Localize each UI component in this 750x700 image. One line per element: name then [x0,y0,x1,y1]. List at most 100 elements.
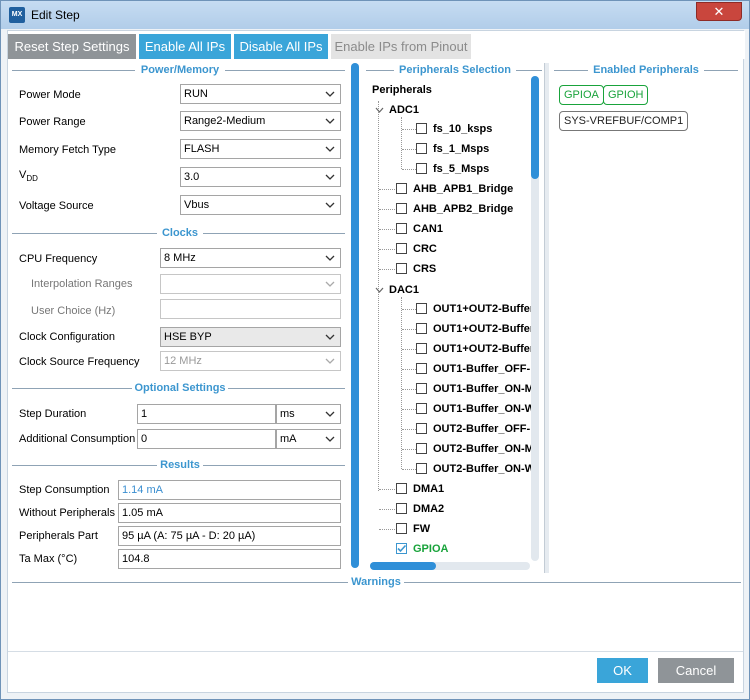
checkbox-checked[interactable] [396,543,407,554]
step-duration-input[interactable]: 1 [137,404,276,424]
checkbox[interactable] [416,323,427,334]
tree-item-dac1-3[interactable]: OUT1-Buffer_OFF- [416,361,531,377]
left-panel-scrollbar-thumb[interactable] [351,63,359,568]
tree-item-dac1-7[interactable]: OUT2-Buffer_ON-M [416,441,531,457]
enable-all-ips-button[interactable]: Enable All IPs [139,34,231,59]
checkbox[interactable] [396,203,407,214]
vdd-select[interactable]: 3.0 [180,167,341,187]
tree-item-label: OUT2-Buffer_ON-M [433,443,531,455]
divider [12,70,135,71]
user-choice-input[interactable] [160,299,341,319]
checkbox[interactable] [396,243,407,254]
tree-item-dac1-1[interactable]: OUT1+OUT2-Buffer [416,321,531,337]
peripherals-scrollbar-h-thumb[interactable] [370,562,436,570]
clock-source-frequency-select[interactable]: 12 MHz [160,351,341,371]
tree-guide [402,349,416,350]
checkbox[interactable] [416,143,427,154]
checkbox[interactable] [396,503,407,514]
checkbox[interactable] [416,163,427,174]
peripherals-part-label: Peripherals Part [19,530,98,542]
chevron-down-icon [325,146,335,152]
chevron-down-icon [325,255,335,261]
checkbox[interactable] [416,123,427,134]
enabled-chip-gpioh[interactable]: GPIOH [603,85,649,105]
step-duration-unit-select[interactable]: ms [276,404,341,424]
tree-guide [402,129,416,130]
power-mode-select[interactable]: RUN [180,84,341,104]
clock-configuration-value: HSE BYP [164,331,212,343]
checkbox[interactable] [396,523,407,534]
power-range-value: Range2-Medium [184,115,266,127]
title-bar[interactable]: MX Edit Step ✕ [1,1,749,29]
divider [12,582,348,583]
divider [12,465,157,466]
left-panel-scrollbar[interactable] [351,63,359,568]
chevron-down-icon [375,287,384,293]
checkbox[interactable] [416,363,427,374]
checkbox[interactable] [416,423,427,434]
tree-item-label: fs_1_Msps [433,143,490,155]
clock-configuration-select[interactable]: HSE BYP [160,327,341,347]
additional-consumption-input[interactable]: 0 [137,429,276,449]
cpu-frequency-label: CPU Frequency [19,253,98,265]
tree-item-dac1-5[interactable]: OUT1-Buffer_ON-W [416,401,531,417]
divider [404,582,741,583]
tree-item-dac1-0[interactable]: OUT1+OUT2-Buffer [416,301,531,317]
checkbox[interactable] [416,343,427,354]
tree-item-dac1-2[interactable]: OUT1+OUT2-Buffer [416,341,531,357]
tree-group-label: DAC1 [389,284,419,296]
vdd-label: VDD [19,168,38,186]
checkbox[interactable] [416,443,427,454]
tree-item-dac1-6[interactable]: OUT2-Buffer_OFF- [416,421,531,437]
interpolation-ranges-select[interactable] [160,274,341,294]
peripherals-scrollbar-thumb[interactable] [531,76,539,179]
divider [225,70,345,71]
peripherals-scrollbar-horizontal[interactable] [370,562,530,570]
voltage-source-select[interactable]: Vbus [180,195,341,215]
close-button[interactable]: ✕ [696,2,742,21]
checkbox[interactable] [416,463,427,474]
tree-guide [379,229,397,230]
enabled-chip-gpioa[interactable]: GPIOA [559,85,604,105]
section-title-results: Results [160,459,200,471]
enabled-chip-sys-vrefbuf-comp1[interactable]: SYS-VREFBUF/COMP1 [559,111,689,131]
dialog-body: Reset Step Settings Enable All IPs Disab… [7,30,745,693]
additional-consumption-unit-select[interactable]: mA [276,429,341,449]
memory-fetch-type-select[interactable]: FLASH [180,139,341,159]
edit-step-window: MX Edit Step ✕ Reset Step Settings Enabl… [0,0,750,700]
tree-item-label: OUT1+OUT2-Buffer [433,323,531,335]
tree-item-label: DMA2 [413,503,445,515]
checkbox[interactable] [416,383,427,394]
checkbox[interactable] [396,223,407,234]
tree-guide [379,269,397,270]
divider [203,465,345,466]
ok-button[interactable]: OK [597,658,648,683]
tree-item-label: FW [413,523,431,535]
cancel-button[interactable]: Cancel [658,658,734,683]
power-range-select[interactable]: Range2-Medium [180,111,341,131]
disable-all-ips-button[interactable]: Disable All IPs [234,34,328,59]
checkbox[interactable] [416,403,427,414]
cpu-frequency-select[interactable]: 8 MHz [160,248,341,268]
warnings-area [12,589,741,644]
checkbox[interactable] [396,183,407,194]
enable-ips-from-pinout-button[interactable]: Enable IPs from Pinout [331,34,471,59]
tree-item-dac1-4[interactable]: OUT1-Buffer_ON-M [416,381,531,397]
peripherals-part-value: 95 µA (A: 75 µA - D: 20 µA) [118,526,341,546]
tree-item-dac1-8[interactable]: OUT2-Buffer_ON-W [416,461,531,477]
tree-group-label: ADC1 [389,104,419,116]
reset-step-settings-button[interactable]: Reset Step Settings [8,34,136,59]
vdd-value: 3.0 [184,171,200,183]
checkbox[interactable] [396,263,407,274]
divider [704,70,738,71]
tree-item-label: AHB_APB2_Bridge [413,203,514,215]
clock-source-frequency-value: 12 MHz [164,355,202,367]
checkbox[interactable] [416,303,427,314]
tree-item-label: OUT1+OUT2-Buffer [433,343,531,355]
checkbox[interactable] [396,483,407,494]
tree-guide [379,209,397,210]
peripherals-scrollbar-vertical[interactable] [531,76,539,561]
tree-item-label: OUT1+OUT2-Buffer [433,303,531,315]
panel-splitter[interactable] [544,63,549,573]
divider [516,70,542,71]
